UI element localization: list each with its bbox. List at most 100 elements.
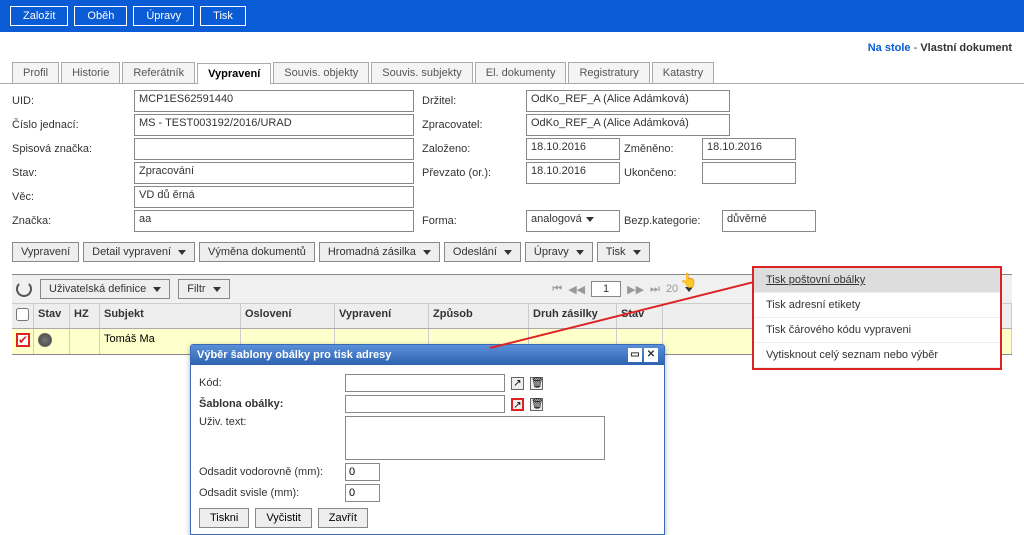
- uzivtext-label: Uživ. text:: [199, 416, 339, 428]
- sz-field[interactable]: [134, 138, 414, 160]
- close-icon[interactable]: ✕: [644, 348, 658, 362]
- forma-select[interactable]: analogová: [526, 210, 620, 232]
- row-checkbox-checked[interactable]: [16, 333, 30, 347]
- menu-tisk-postovni-obalky[interactable]: Tisk poštovní obálky: [754, 268, 1000, 293]
- odeslani-button[interactable]: Odeslání: [444, 242, 521, 262]
- col-stav2[interactable]: Stav: [617, 304, 663, 328]
- tisk-action-button[interactable]: Tisk: [597, 242, 650, 262]
- znacka-field[interactable]: aa: [134, 210, 414, 232]
- status-icon: [38, 333, 52, 347]
- vypraveni-button[interactable]: Vypravení: [12, 242, 79, 262]
- tab-souvis-subjekty[interactable]: Souvis. subjekty: [371, 62, 472, 83]
- zalozit-button[interactable]: Založit: [10, 6, 68, 26]
- tab-vypraveni[interactable]: Vypravení: [197, 63, 271, 84]
- pager-size[interactable]: 20: [666, 283, 693, 295]
- menu-tisk-adresni-etikety[interactable]: Tisk adresní etikety: [754, 293, 1000, 318]
- col-stav[interactable]: Stav: [34, 304, 70, 328]
- pager-next-icon[interactable]: ▶▶: [627, 283, 644, 296]
- zprac-field: OdKo_REF_A (Alice Adámková): [526, 114, 730, 136]
- zmeneno-label: Změněno:: [624, 140, 698, 158]
- chevron-down-icon: [586, 217, 594, 222]
- upravy-action-button[interactable]: Úpravy: [525, 242, 593, 262]
- pager-first-icon[interactable]: ⏮: [552, 283, 562, 296]
- uid-field: MCP1ES62591440: [134, 90, 414, 112]
- template-select-dialog: Výběr šablony obálky pro tisk adresy ▭ ✕…: [190, 344, 665, 535]
- dialog-title: Výběr šablony obálky pro tisk adresy: [197, 349, 391, 361]
- col-vypraveni[interactable]: Vypravení: [335, 304, 429, 328]
- kod-input[interactable]: [345, 374, 505, 392]
- refresh-icon[interactable]: [16, 281, 32, 297]
- tab-bar: Profil Historie Referátník Vypravení Sou…: [0, 62, 1024, 84]
- zprac-label: Zpracovatel:: [422, 116, 522, 134]
- cj-field: MS - TEST003192/2016/URAD: [134, 114, 414, 136]
- zalozeno-field: 18.10.2016: [526, 138, 620, 160]
- delete-sablona-icon[interactable]: 🗑: [530, 398, 543, 411]
- odsadit-h-input[interactable]: [345, 463, 380, 481]
- menu-tisk-caroveho-kodu[interactable]: Tisk čárového kódu vypraveni: [754, 318, 1000, 343]
- menu-vytisknout-seznam[interactable]: Vytisknout celý seznam nebo výběr: [754, 343, 1000, 368]
- bezp-label: Bezp.kategorie:: [624, 212, 718, 230]
- tab-referatnik[interactable]: Referátník: [122, 62, 195, 83]
- form-panel: UID: MCP1ES62591440 Držitel: OdKo_REF_A …: [0, 84, 1024, 238]
- pager-prev-icon[interactable]: ◀◀: [568, 283, 585, 296]
- hromadna-button[interactable]: Hromadná zásilka: [319, 242, 440, 262]
- sablona-input[interactable]: [345, 395, 505, 413]
- stav-label: Stav:: [12, 164, 130, 182]
- tiskni-button[interactable]: Tiskni: [199, 508, 249, 528]
- vec-field[interactable]: VD dů ěrná: [134, 186, 414, 208]
- col-hz[interactable]: HZ: [70, 304, 100, 328]
- tab-registratury[interactable]: Registratury: [568, 62, 649, 83]
- tab-el-dokumenty[interactable]: El. dokumenty: [475, 62, 567, 83]
- pager-last-icon[interactable]: ⏭: [650, 283, 660, 296]
- ukonceno-field[interactable]: [702, 162, 796, 184]
- tab-souvis-objekty[interactable]: Souvis. objekty: [273, 62, 369, 83]
- pager: ⏮ ◀◀ ▶▶ ⏭ 20: [552, 281, 693, 297]
- tisk-dropdown-menu: Tisk poštovní obálky Tisk adresní etiket…: [752, 266, 1002, 370]
- cj-label: Číslo jednací:: [12, 116, 130, 134]
- upravy-button[interactable]: Úpravy: [133, 6, 194, 26]
- col-druh[interactable]: Druh zásilky: [529, 304, 617, 328]
- odsadit-v-label: Odsadit svisle (mm):: [199, 487, 339, 499]
- vycistit-button[interactable]: Vyčistit: [255, 508, 311, 528]
- odsadit-h-label: Odsadit vodorovně (mm):: [199, 466, 339, 478]
- breadcrumb-link[interactable]: Na stole: [868, 42, 911, 54]
- tab-profil[interactable]: Profil: [12, 62, 59, 83]
- lookup-sablona-icon[interactable]: ↗: [511, 398, 524, 411]
- obeh-button[interactable]: Oběh: [74, 6, 127, 26]
- col-osloveni[interactable]: Oslovení: [241, 304, 335, 328]
- pager-page-input[interactable]: [591, 281, 621, 297]
- vymena-button[interactable]: Výměna dokumentů: [199, 242, 315, 262]
- drzitel-field: OdKo_REF_A (Alice Adámková): [526, 90, 730, 112]
- bezp-field[interactable]: důvěrné: [722, 210, 816, 232]
- sablona-label: Šablona obálky:: [199, 398, 339, 410]
- kod-label: Kód:: [199, 377, 339, 389]
- uzivtext-textarea[interactable]: [345, 416, 605, 460]
- tisk-button[interactable]: Tisk: [200, 6, 246, 26]
- drzitel-label: Držitel:: [422, 92, 522, 110]
- col-subjekt[interactable]: Subjekt: [100, 304, 241, 328]
- tab-katastry[interactable]: Katastry: [652, 62, 714, 83]
- maximize-icon[interactable]: ▭: [628, 348, 642, 362]
- select-all-checkbox[interactable]: [16, 308, 29, 321]
- tab-historie[interactable]: Historie: [61, 62, 120, 83]
- action-bar: Vypravení Detail vypravení Výměna dokume…: [0, 238, 1024, 266]
- col-zpusob[interactable]: Způsob: [429, 304, 529, 328]
- uzivatelska-definice-button[interactable]: Uživatelská definice: [40, 279, 170, 299]
- breadcrumb: Na stole - Vlastní dokument: [0, 32, 1024, 60]
- zmeneno-field: 18.10.2016: [702, 138, 796, 160]
- lookup-icon[interactable]: ↗: [511, 377, 524, 390]
- delete-icon[interactable]: 🗑: [530, 377, 543, 390]
- ukonceno-label: Ukončeno:: [624, 164, 698, 182]
- detail-vypraveni-button[interactable]: Detail vypravení: [83, 242, 195, 262]
- sz-label: Spisová značka:: [12, 140, 130, 158]
- stav-field: Zpracování: [134, 162, 414, 184]
- prevzato-field: 18.10.2016: [526, 162, 620, 184]
- filtr-button[interactable]: Filtr: [178, 279, 229, 299]
- znacka-label: Značka:: [12, 212, 130, 230]
- zalozeno-label: Založeno:: [422, 140, 522, 158]
- forma-label: Forma:: [422, 212, 522, 230]
- odsadit-v-input[interactable]: [345, 484, 380, 502]
- vec-label: Věc:: [12, 188, 130, 206]
- top-toolbar: Založit Oběh Úpravy Tisk: [0, 0, 1024, 32]
- zavrit-button[interactable]: Zavřít: [318, 508, 368, 528]
